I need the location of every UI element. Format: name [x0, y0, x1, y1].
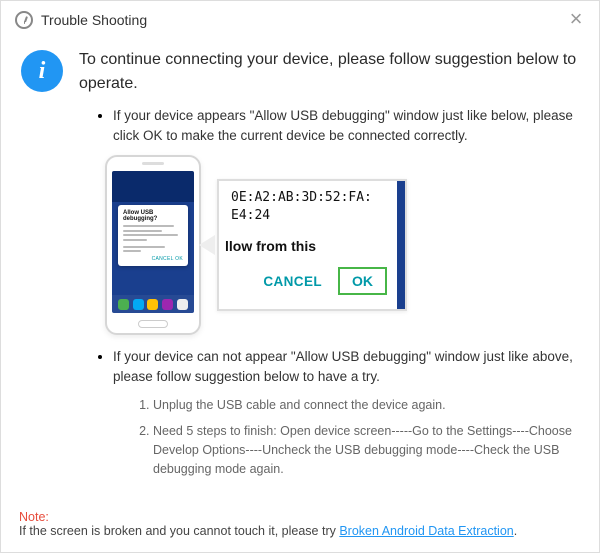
bullet-2-text: If your device can not appear "Allow USB…	[113, 347, 579, 386]
content-area: i To continue connecting your device, pl…	[1, 40, 599, 504]
callout-pointer	[199, 235, 215, 255]
phone-dialog-title: Allow USB debugging?	[123, 210, 183, 222]
note-label: Note:	[19, 510, 579, 524]
headline-text: To continue connecting your device, plea…	[79, 48, 579, 96]
allow-from-text: llow from this	[219, 226, 405, 254]
close-icon[interactable]: ×	[567, 11, 585, 29]
footer-note: Note: If the screen is broken and you ca…	[1, 504, 599, 552]
broken-android-link[interactable]: Broken Android Data Extraction	[339, 524, 513, 538]
titlebar: Trouble Shooting ×	[1, 1, 599, 40]
troubleshooting-dialog: Trouble Shooting × i To continue connect…	[0, 0, 600, 553]
note-text: If the screen is broken and you cannot t…	[19, 524, 339, 538]
app-icon	[15, 11, 33, 29]
illustration: Allow USB debugging? CANCEL OK 0E:A2:AB:…	[105, 155, 579, 335]
mac-line-2: E4:24	[231, 207, 393, 225]
phone-dialog: Allow USB debugging? CANCEL OK	[118, 205, 188, 266]
phone-dialog-buttons: CANCEL OK	[123, 256, 183, 262]
info-icon: i	[21, 50, 63, 92]
step-2: Need 5 steps to finish: Open device scre…	[153, 422, 579, 480]
window-title: Trouble Shooting	[41, 12, 147, 28]
step-1: Unplug the USB cable and connect the dev…	[153, 396, 579, 415]
ok-button-highlight: OK	[338, 267, 387, 295]
cancel-button-label: CANCEL	[263, 274, 322, 289]
bullet-1-text: If your device appears "Allow USB debugg…	[113, 106, 579, 145]
zoom-panel: 0E:A2:AB:3D:52:FA: E4:24 llow from this …	[217, 179, 407, 311]
mac-line-1: 0E:A2:AB:3D:52:FA:	[231, 189, 393, 207]
note-suffix: .	[514, 524, 517, 538]
phone-mockup: Allow USB debugging? CANCEL OK	[105, 155, 201, 335]
arrow-icon	[403, 275, 407, 307]
